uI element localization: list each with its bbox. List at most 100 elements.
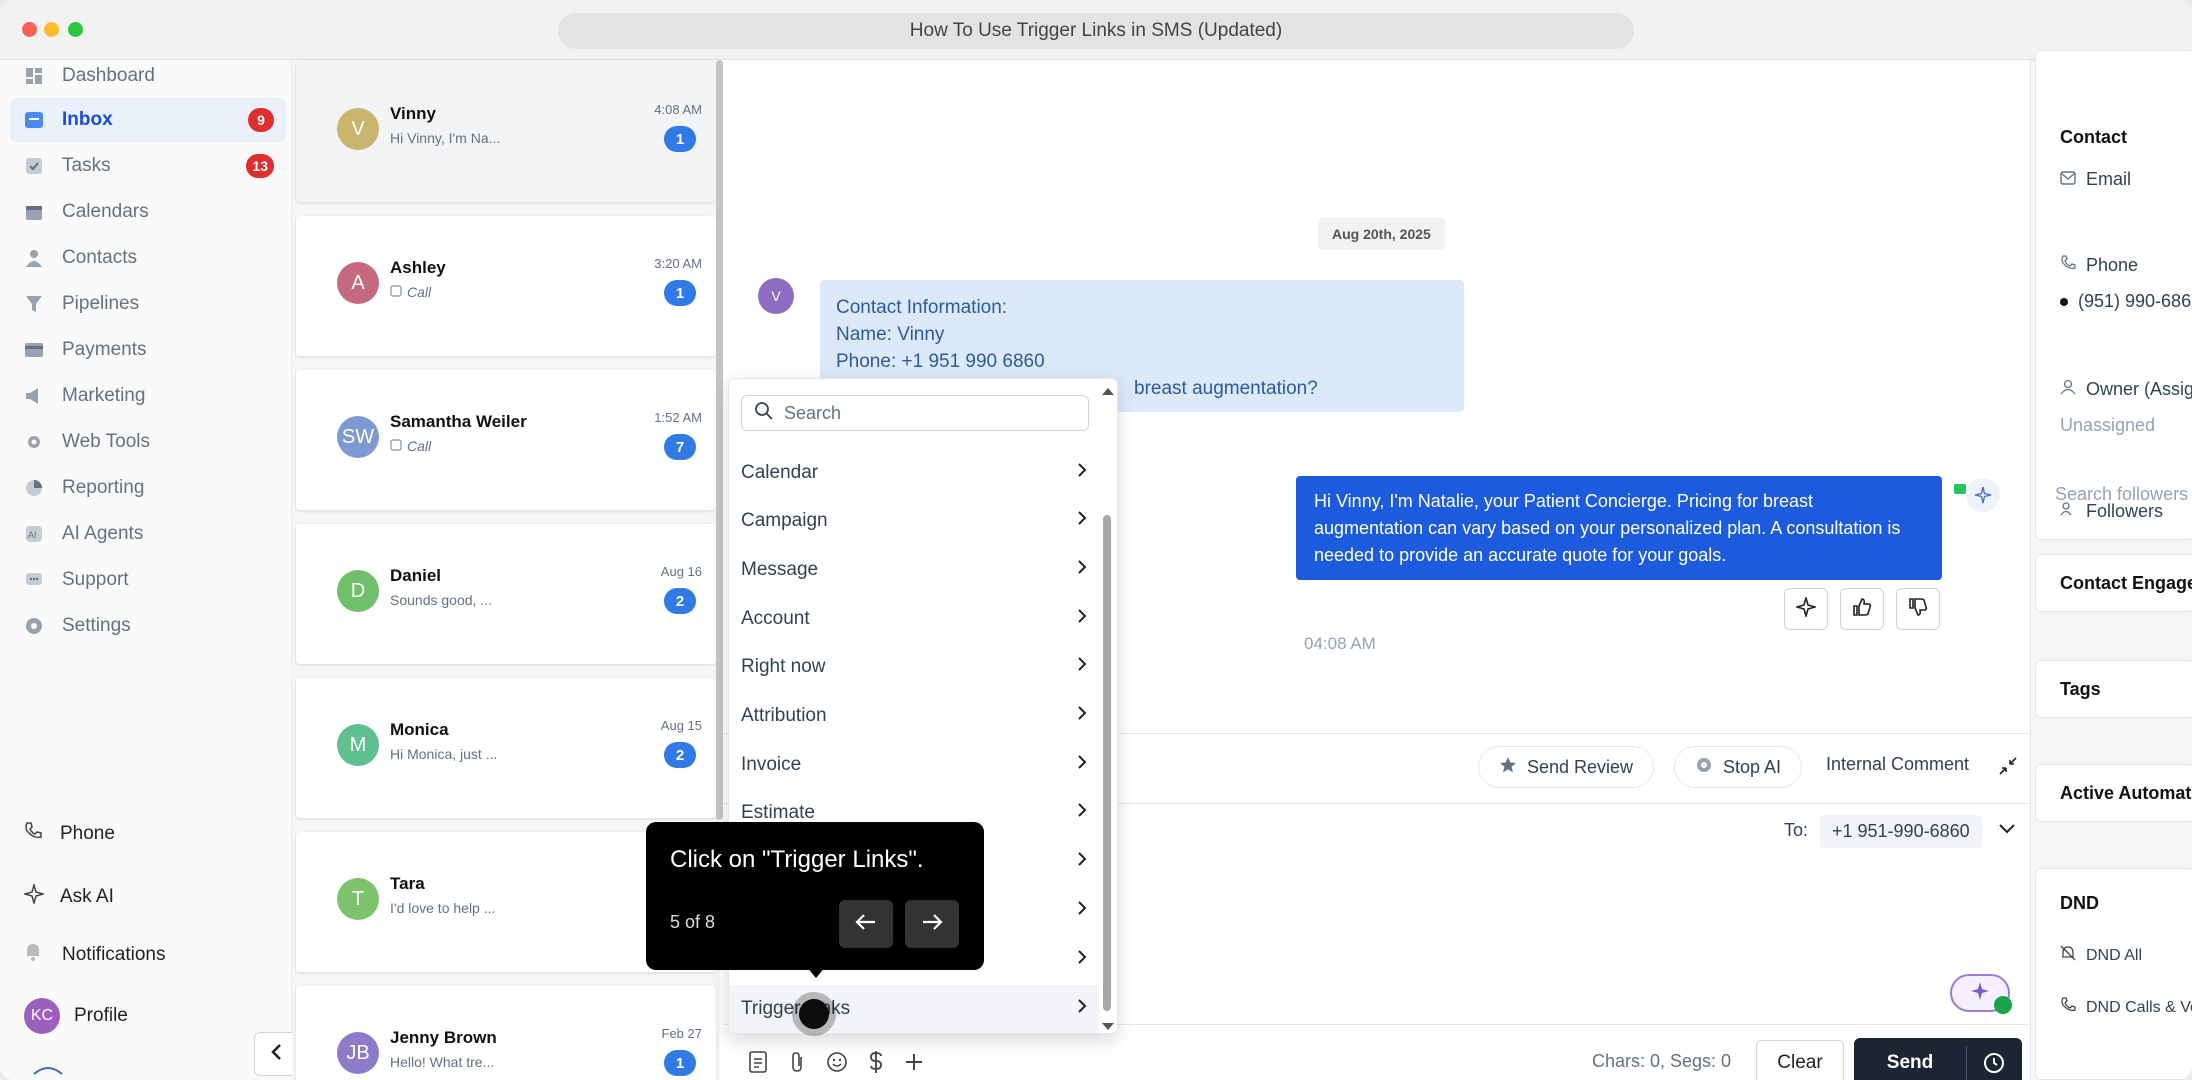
scroll-down-icon[interactable] xyxy=(1101,1019,1115,1033)
tooltip-next-button[interactable] xyxy=(905,900,959,948)
sidebar-item-ai-agents[interactable]: AI AI Agents xyxy=(10,512,286,556)
ai-sparkle-icon[interactable] xyxy=(1966,478,2000,512)
menu-item-invoice[interactable]: Invoice xyxy=(729,741,1099,789)
list-item[interactable]: D Daniel Sounds good, ... Aug 16 2 xyxy=(296,524,716,664)
followers-search-input[interactable]: Search followers xyxy=(2055,484,2188,505)
sidebar-item-inbox[interactable]: Inbox 9 xyxy=(10,98,286,142)
phone-nav-item[interactable]: Phone xyxy=(24,822,115,846)
sidebar-item-dashboard[interactable]: Dashboard xyxy=(10,54,286,98)
dollar-icon[interactable] xyxy=(868,1050,884,1079)
menu-item-campaign[interactable]: Campaign xyxy=(729,497,1099,545)
sidebar-item-support[interactable]: Support xyxy=(10,558,286,602)
contact-name: Samantha Weiler xyxy=(390,412,527,431)
thumbs-down-button[interactable] xyxy=(1896,588,1940,630)
chevron-right-icon xyxy=(1077,705,1087,727)
active-automations-card[interactable]: Active Automati xyxy=(2035,764,2192,822)
avatar: V xyxy=(337,108,379,150)
phone-value[interactable]: (951) 990-686 xyxy=(2060,291,2191,312)
recipient-phone[interactable]: +1 951-990-6860 xyxy=(1820,815,1982,848)
email-field[interactable]: Email xyxy=(2060,169,2131,190)
plus-icon[interactable] xyxy=(904,1052,924,1077)
notifications-nav-item[interactable]: Notifications xyxy=(24,942,166,968)
sidebar-item-web-tools[interactable]: Web Tools xyxy=(10,420,286,464)
scroll-up-icon[interactable] xyxy=(1101,383,1115,401)
clear-button[interactable]: Clear xyxy=(1756,1040,1844,1080)
bell-off-icon xyxy=(2060,945,2076,966)
dnd-card: DND DND All DND Calls & Vo xyxy=(2035,868,2192,1080)
profile-nav-item[interactable]: KC Profile xyxy=(24,998,128,1034)
avatar: JB xyxy=(337,1032,379,1074)
menu-item-trigger-links[interactable]: Trigger Links xyxy=(729,985,1099,1033)
stop-ai-button[interactable]: Stop AI xyxy=(1674,746,1803,788)
message-preview: Hi Monica, just ... xyxy=(390,746,498,762)
ask-ai-nav-item[interactable]: Ask AI xyxy=(22,882,114,910)
contact-engagement-card[interactable]: Contact Engage xyxy=(2035,554,2192,612)
bullet xyxy=(2060,297,2068,306)
tooltip-prev-button[interactable] xyxy=(839,900,893,948)
emoji-icon[interactable] xyxy=(826,1051,848,1078)
attachment-icon[interactable] xyxy=(788,1051,806,1078)
message-time: 1:52 AM xyxy=(654,410,702,425)
internal-comment-tab[interactable]: Internal Comment xyxy=(1826,754,1969,775)
profile-label: Profile xyxy=(74,1005,128,1026)
tags-card[interactable]: Tags xyxy=(2035,660,2192,718)
dnd-calls-toggle[interactable]: DND Calls & Vo xyxy=(2060,997,2192,1018)
list-item[interactable]: SW Samantha Weiler Call 1:52 AM 7 xyxy=(296,370,716,510)
sparkle-icon xyxy=(1794,594,1818,622)
menu-item-calendar[interactable]: Calendar xyxy=(729,449,1099,497)
sidebar-item-tasks[interactable]: Tasks 13 xyxy=(10,144,286,188)
dashboard-icon xyxy=(24,66,44,86)
chevron-right-icon xyxy=(1077,949,1087,971)
collapse-icon[interactable] xyxy=(1998,756,2018,781)
unread-badge: 7 xyxy=(664,434,696,460)
avatar: D xyxy=(337,570,379,612)
owner-label: Owner (Assig xyxy=(2060,379,2192,400)
send-review-button[interactable]: Send Review xyxy=(1478,746,1655,788)
dropdown-search-input[interactable]: Search xyxy=(741,395,1089,431)
calendar-icon xyxy=(24,202,44,222)
close-window-button[interactable] xyxy=(22,22,37,37)
thumbs-up-button[interactable] xyxy=(1840,588,1884,630)
sidebar-item-label: Settings xyxy=(62,615,131,636)
template-icon[interactable] xyxy=(748,1051,768,1078)
ai-improve-button[interactable] xyxy=(1784,588,1828,630)
menu-item-account[interactable]: Account xyxy=(729,595,1099,643)
message-preview: Sounds good, ... xyxy=(390,592,492,608)
dnd-all-toggle[interactable]: DND All xyxy=(2060,945,2142,966)
phone-icon xyxy=(2060,255,2076,276)
sidebar-item-contacts[interactable]: Contacts xyxy=(10,236,286,280)
sidebar-item-settings[interactable]: Settings xyxy=(10,604,286,648)
sparkle-icon xyxy=(1970,981,1990,1006)
payments-icon xyxy=(24,340,44,360)
status-dot xyxy=(1994,996,2012,1014)
inbox-icon xyxy=(24,110,44,130)
sidebar-item-pipelines[interactable]: Pipelines xyxy=(10,282,286,326)
schedule-icon[interactable] xyxy=(1982,1051,2006,1080)
unread-badge: 2 xyxy=(664,742,696,768)
chevron-right-icon xyxy=(1077,802,1087,824)
zoom-window-button[interactable] xyxy=(68,22,83,37)
menu-item-attribution[interactable]: Attribution xyxy=(729,692,1099,740)
list-item[interactable]: M Monica Hi Monica, just ... Aug 15 2 xyxy=(296,678,716,818)
list-item[interactable]: JB Jenny Brown Hello! What tre... Feb 27… xyxy=(296,986,716,1080)
message-timestamp: 04:08 AM xyxy=(1304,634,1376,653)
avatar: SW xyxy=(337,416,379,458)
list-item[interactable]: V Vinny Hi Vinny, I'm Na... 4:08 AM 1 xyxy=(296,62,716,202)
dropdown-scrollbar[interactable] xyxy=(1103,515,1111,1011)
sidebar-item-reporting[interactable]: Reporting xyxy=(10,466,286,510)
conversation-list-scrollbar[interactable] xyxy=(716,60,723,820)
ai-agents-icon: AI xyxy=(24,524,44,544)
ai-compose-toggle[interactable] xyxy=(1950,974,2012,1014)
send-button[interactable]: Send xyxy=(1854,1038,1966,1080)
menu-item-message[interactable]: Message xyxy=(729,546,1099,594)
sidebar-item-calendars[interactable]: Calendars xyxy=(10,190,286,234)
minimize-window-button[interactable] xyxy=(44,22,59,37)
sidebar-item-marketing[interactable]: Marketing xyxy=(10,374,286,418)
send-review-label: Send Review xyxy=(1527,756,1634,777)
owner-select[interactable]: Unassigned xyxy=(2060,415,2155,436)
chevron-down-icon[interactable] xyxy=(1998,822,2016,840)
menu-item-right-now[interactable]: Right now xyxy=(729,643,1099,691)
sidebar-item-payments[interactable]: Payments xyxy=(10,328,286,372)
bell-icon xyxy=(24,942,46,968)
list-item[interactable]: A Ashley Call 3:20 AM 1 xyxy=(296,216,716,356)
